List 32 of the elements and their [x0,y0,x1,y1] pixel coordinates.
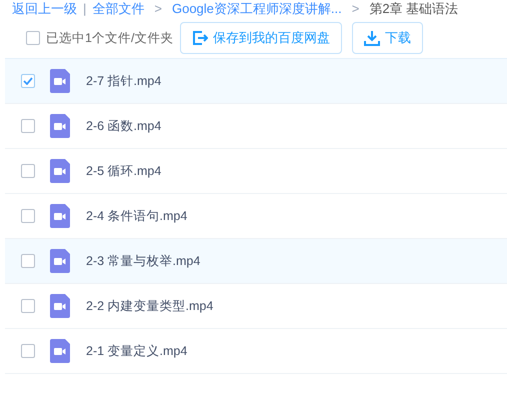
separator: | [83,0,86,18]
checkbox[interactable] [21,254,35,268]
video-file-icon [50,249,70,273]
file-name[interactable]: 2-5 循环.mp4 [86,162,162,180]
file-name[interactable]: 2-1 变量定义.mp4 [86,342,188,360]
download-icon [364,30,380,46]
selection-count: 已选中1个文件/文件夹 [46,30,174,47]
file-row[interactable]: 2-7 指针.mp4 [5,59,507,104]
file-name[interactable]: 2-3 常量与枚举.mp4 [86,252,200,270]
checkbox[interactable] [21,299,35,313]
file-name[interactable]: 2-4 条件语句.mp4 [86,206,188,226]
video-file-icon [50,114,70,138]
file-name[interactable]: 2-7 指针.mp4 [86,72,162,90]
checkbox[interactable] [21,209,35,223]
current-folder: 第2章 基础语法 [369,0,458,18]
checkbox[interactable] [21,74,35,88]
checkbox[interactable] [21,344,35,358]
checkbox[interactable] [26,31,40,45]
file-row[interactable]: 2-3 常量与枚举.mp4 [5,239,507,284]
video-file-icon [50,159,70,183]
check-icon [23,77,33,85]
video-file-icon [50,294,70,318]
checkbox[interactable] [21,164,35,178]
export-icon [192,30,208,46]
file-name[interactable]: 2-2 内建变量类型.mp4 [86,296,214,316]
file-name[interactable]: 2-6 函数.mp4 [86,116,162,136]
video-file-icon [50,204,70,228]
breadcrumb-arrow: > [350,0,360,18]
checkbox[interactable] [21,119,35,133]
video-file-icon [50,339,70,363]
video-file-icon [50,69,70,93]
breadcrumb-arrow: > [153,0,163,18]
